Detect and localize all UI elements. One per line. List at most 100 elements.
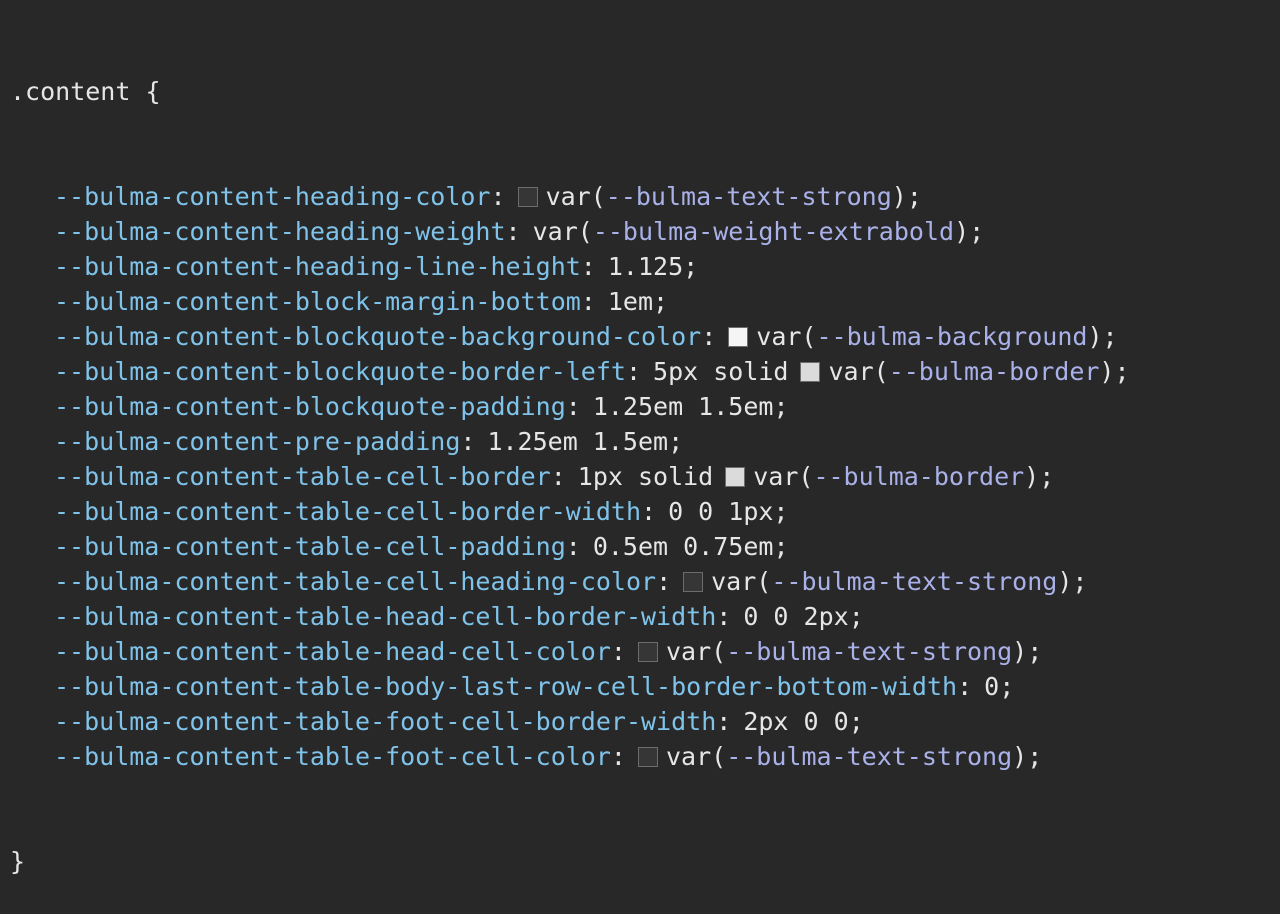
var-function-close: ) xyxy=(954,217,970,246)
color-swatch[interactable] xyxy=(637,641,658,662)
colon: : xyxy=(490,182,506,211)
declaration-line: --bulma-content-table-cell-padding:0.5em… xyxy=(10,529,1280,564)
variable-reference[interactable]: --bulma-border xyxy=(813,459,1024,494)
colon: : xyxy=(565,392,581,421)
property-value: 0 0 1px xyxy=(668,497,774,526)
property-name: --bulma-content-heading-color xyxy=(54,182,491,211)
property-name: --bulma-content-table-foot-cell-color xyxy=(54,742,611,771)
property-value: 2px 0 0 xyxy=(743,707,849,736)
colon: : xyxy=(565,532,581,561)
property-name: --bulma-content-table-cell-border xyxy=(54,462,551,491)
variable-reference[interactable]: --bulma-text-strong xyxy=(606,179,892,214)
var-function-open: var( xyxy=(753,462,814,491)
declaration-line: --bulma-content-table-cell-heading-color… xyxy=(10,564,1280,599)
colon: : xyxy=(716,707,732,736)
declaration-line: --bulma-content-table-head-cell-border-w… xyxy=(10,599,1280,634)
property-value: 1.25em 1.5em xyxy=(592,392,774,421)
declaration-line: --bulma-content-heading-weight: var(--bul… xyxy=(10,214,1280,249)
property-name: --bulma-content-blockquote-border-left xyxy=(54,357,626,386)
colon: : xyxy=(550,462,566,491)
declaration-line: --bulma-content-blockquote-background-co… xyxy=(10,319,1280,354)
property-name: --bulma-content-table-head-cell-border-w… xyxy=(54,602,717,631)
colon: : xyxy=(625,357,642,386)
semicolon: ; xyxy=(1114,357,1130,386)
declaration-line: --bulma-content-table-cell-border:1px so… xyxy=(10,459,1280,494)
colon: : xyxy=(610,637,626,666)
declaration-line: --bulma-content-table-head-cell-color: va… xyxy=(10,634,1280,669)
declaration-list: --bulma-content-heading-color: var(--bulm… xyxy=(10,179,1280,774)
property-value: 5px solid xyxy=(653,357,789,386)
semicolon: ; xyxy=(848,602,864,631)
var-function-open: var( xyxy=(532,217,593,246)
semicolon: ; xyxy=(999,672,1015,701)
var-function-close: ) xyxy=(1099,357,1115,386)
closing-brace-line: } xyxy=(10,844,1280,879)
selector-line: .content { xyxy=(10,74,1280,109)
code-view: .content { --bulma-content-heading-color… xyxy=(0,0,1280,876)
colon: : xyxy=(641,497,657,526)
var-function-open: var( xyxy=(756,322,817,351)
property-name: --bulma-content-table-cell-heading-color xyxy=(54,567,657,596)
semicolon: ; xyxy=(653,287,669,316)
declaration-line: --bulma-content-heading-color: var(--bulm… xyxy=(10,179,1280,214)
colon: : xyxy=(505,217,521,246)
color-swatch[interactable] xyxy=(725,466,746,487)
var-function-open: var( xyxy=(711,567,772,596)
declaration-line: --bulma-content-blockquote-padding:1.25e… xyxy=(10,389,1280,424)
semicolon: ; xyxy=(969,217,985,246)
variable-reference[interactable]: --bulma-text-strong xyxy=(771,564,1057,599)
semicolon: ; xyxy=(668,427,684,456)
property-name: --bulma-content-pre-padding xyxy=(54,427,461,456)
semicolon: ; xyxy=(773,497,789,526)
declaration-line: --bulma-content-blockquote-border-left:5… xyxy=(10,354,1280,389)
color-swatch[interactable] xyxy=(683,571,704,592)
property-name: --bulma-content-block-margin-bottom xyxy=(54,287,581,316)
declaration-line: --bulma-content-table-body-last-row-cell… xyxy=(10,669,1280,704)
declaration-line: --bulma-content-block-margin-bottom:1em; xyxy=(10,284,1280,319)
property-value: 1em xyxy=(607,287,654,316)
semicolon: ; xyxy=(848,707,864,736)
property-name: --bulma-content-table-cell-border-width xyxy=(54,497,641,526)
color-swatch[interactable] xyxy=(517,186,538,207)
property-value: 0 0 2px xyxy=(743,602,849,631)
semicolon: ; xyxy=(1039,462,1055,491)
color-swatch[interactable] xyxy=(728,326,749,347)
variable-reference[interactable]: --bulma-background xyxy=(817,319,1088,354)
variable-reference[interactable]: --bulma-weight-extrabold xyxy=(593,214,954,249)
var-function-open: var( xyxy=(665,742,727,771)
declaration-line: --bulma-content-table-cell-border-width:… xyxy=(10,494,1280,529)
semicolon: ; xyxy=(773,532,789,561)
var-function-close: ) xyxy=(891,182,907,211)
property-name: --bulma-content-blockquote-background-co… xyxy=(54,322,702,351)
color-swatch[interactable] xyxy=(637,746,658,767)
declaration-line: --bulma-content-pre-padding:1.25em 1.5em… xyxy=(10,424,1280,459)
colon: : xyxy=(656,567,672,596)
var-function-close: ) xyxy=(1012,742,1028,771)
property-name: --bulma-content-heading-line-height xyxy=(54,252,581,281)
colon: : xyxy=(716,602,732,631)
colon: : xyxy=(460,427,476,456)
semicolon: ; xyxy=(1027,742,1043,771)
property-value: 1.25em 1.5em xyxy=(487,427,669,456)
property-name: --bulma-content-table-foot-cell-border-w… xyxy=(54,707,717,736)
colon: : xyxy=(701,322,717,351)
declaration-line: --bulma-content-table-foot-cell-border-w… xyxy=(10,704,1280,739)
semicolon: ; xyxy=(1027,637,1043,666)
property-value: 0.5em 0.75em xyxy=(592,532,774,561)
declaration-line: --bulma-content-heading-line-height:1.12… xyxy=(10,249,1280,284)
var-function-open: var( xyxy=(828,357,889,386)
semicolon: ; xyxy=(773,392,789,421)
property-name: --bulma-content-heading-weight xyxy=(54,217,506,246)
colon: : xyxy=(580,252,596,281)
semicolon: ; xyxy=(1072,567,1088,596)
variable-reference[interactable]: --bulma-border xyxy=(889,354,1100,389)
variable-reference[interactable]: --bulma-text-strong xyxy=(726,634,1012,669)
color-swatch[interactable] xyxy=(800,361,821,382)
declaration-line: --bulma-content-table-foot-cell-color: va… xyxy=(10,739,1280,774)
colon: : xyxy=(580,287,596,316)
property-name: --bulma-content-table-head-cell-color xyxy=(54,637,611,666)
variable-reference[interactable]: --bulma-text-strong xyxy=(726,739,1012,774)
property-name: --bulma-content-table-cell-padding xyxy=(54,532,566,561)
var-function-open: var( xyxy=(545,182,606,211)
selector-text: .content { xyxy=(10,77,161,106)
